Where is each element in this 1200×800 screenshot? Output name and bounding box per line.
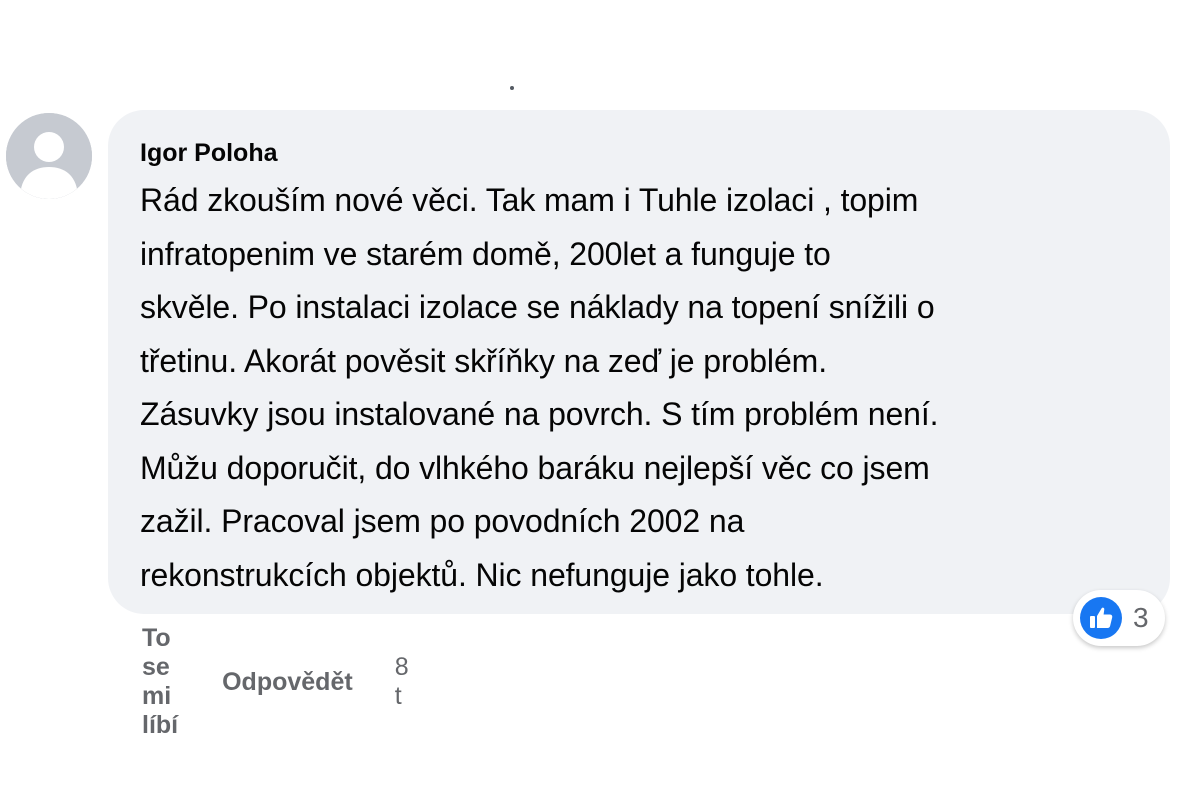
reaction-summary[interactable]: 3 (1073, 590, 1165, 646)
avatar[interactable] (6, 113, 92, 199)
comment-bubble: Igor Poloha Rád zkouším nové věci. Tak m… (108, 110, 1170, 614)
comment-text: Rád zkouším nové věci. Tak mam i Tuhle i… (140, 182, 939, 593)
comment-actions: To se mi líbí Odpovědět 8 t (142, 624, 409, 740)
thumbs-up-icon (1080, 597, 1122, 639)
reply-button[interactable]: Odpovědět (222, 668, 353, 697)
comment-author[interactable]: Igor Poloha (140, 136, 1140, 170)
reaction-count: 3 (1133, 602, 1149, 633)
like-button[interactable]: To se mi líbí (142, 624, 178, 740)
default-avatar-icon (6, 113, 92, 199)
comment-timestamp[interactable]: 8 t (395, 653, 409, 711)
separator-dot (510, 86, 514, 90)
